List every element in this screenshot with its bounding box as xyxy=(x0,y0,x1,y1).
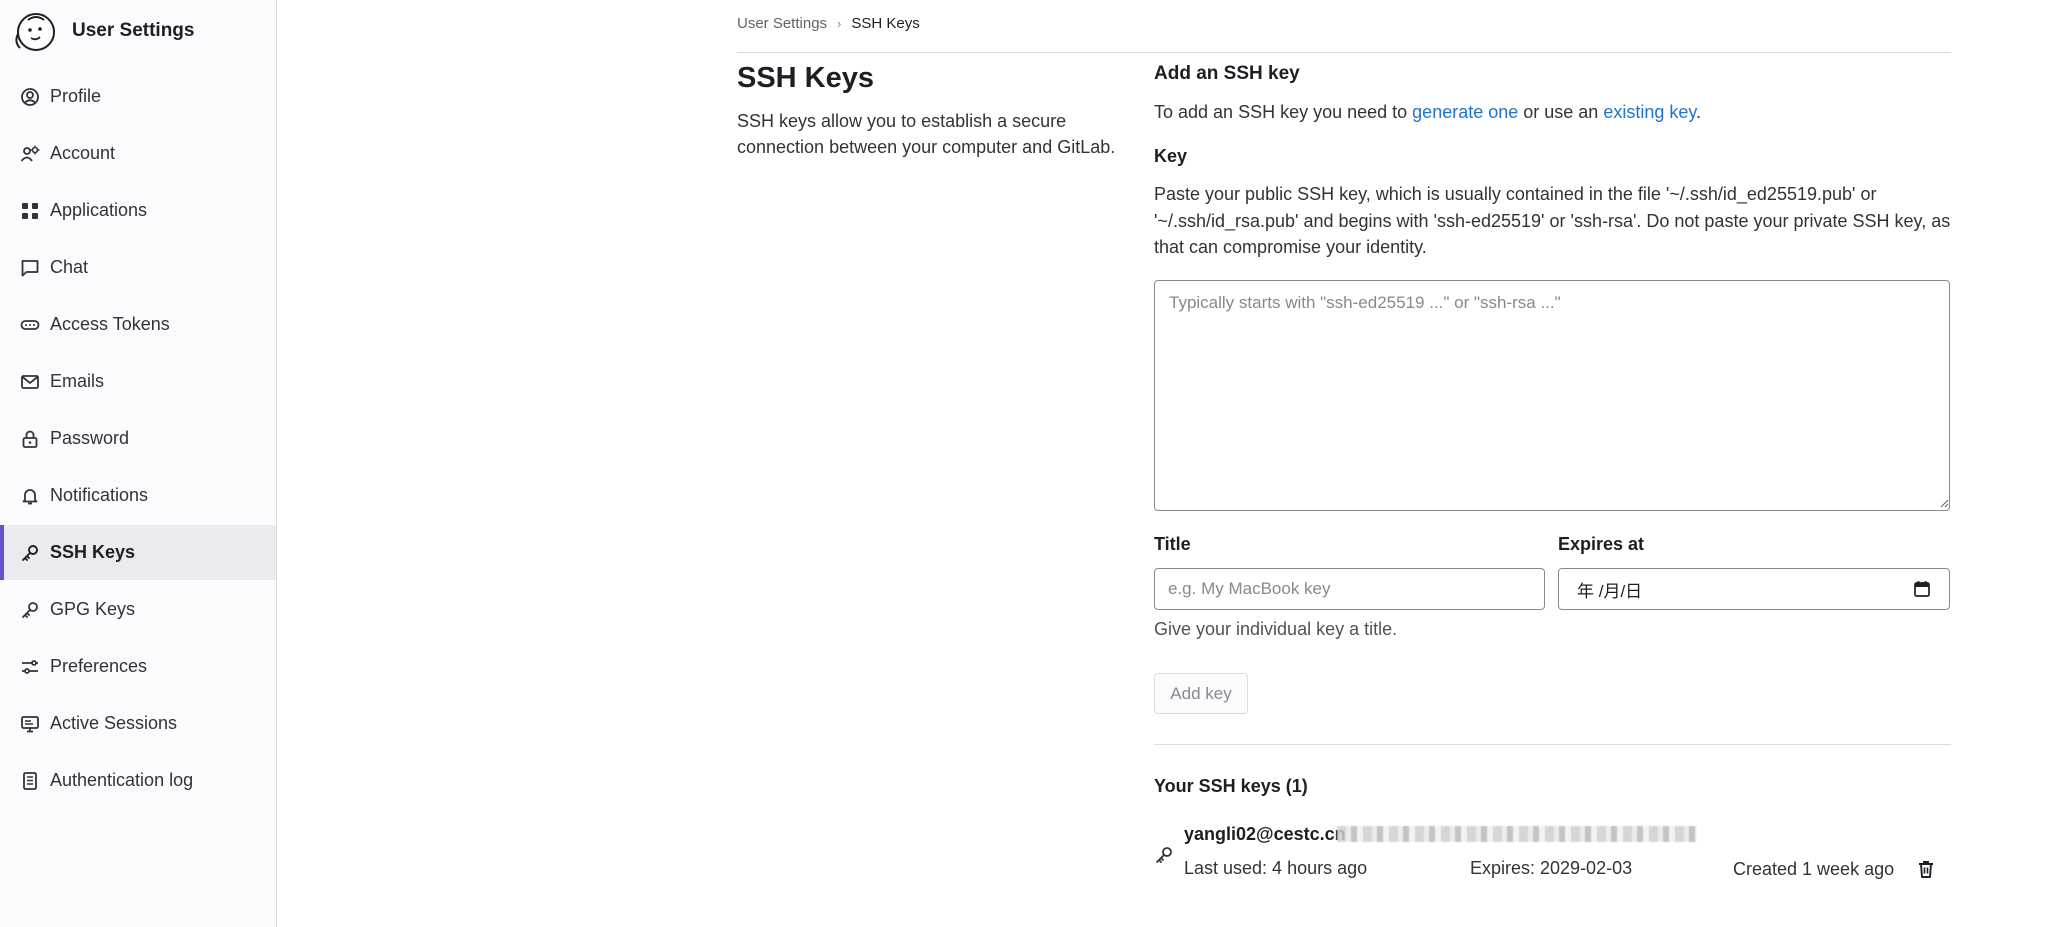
key-icon xyxy=(20,600,40,620)
lock-icon xyxy=(20,429,40,449)
intro-text: To add an SSH key you need to xyxy=(1154,102,1413,122)
sidebar-item-profile[interactable]: Profile xyxy=(0,69,276,124)
trash-icon xyxy=(1919,861,1933,878)
date-value: 年 /月/日 xyxy=(1577,581,1643,601)
intro-text: or use an xyxy=(1518,102,1604,122)
sidebar-title: User Settings xyxy=(72,20,195,41)
tanuki-avatar-icon[interactable] xyxy=(12,10,60,52)
resize-grip-icon[interactable] xyxy=(1939,498,1949,508)
breadcrumb: User Settings › SSH Keys xyxy=(737,12,920,34)
preferences-icon xyxy=(20,657,40,677)
add-key-button[interactable]: Add key xyxy=(1154,673,1248,714)
title-help-text: Give your individual key a title. xyxy=(1154,619,1398,639)
sidebar-item-label: Password xyxy=(50,428,130,448)
generate-one-link[interactable]: generate one xyxy=(1412,102,1518,122)
sidebar-item-authentication-log[interactable]: Authentication log xyxy=(0,753,276,808)
sidebar-item-label: SSH Keys xyxy=(50,542,136,562)
sidebar: User Settings Profile Account Applicatio… xyxy=(0,0,277,927)
sidebar-item-ssh-keys[interactable]: SSH Keys xyxy=(0,525,276,580)
add-key-intro: To add an SSH key you need to generate o… xyxy=(1154,99,1701,125)
sidebar-item-label: Preferences xyxy=(50,656,148,676)
ssh-key-created: Created 1 week ago xyxy=(1733,859,1895,879)
sidebar-item-applications[interactable]: Applications xyxy=(0,183,276,238)
your-ssh-keys-heading: Your SSH keys (1) xyxy=(1154,776,1308,796)
sidebar-item-label: Applications xyxy=(50,200,148,220)
title-label: Title xyxy=(1154,534,1191,554)
intro-text: . xyxy=(1696,102,1702,122)
sidebar-item-chat[interactable]: Chat xyxy=(0,240,276,295)
sidebar-item-notifications[interactable]: Notifications xyxy=(0,468,276,523)
token-icon xyxy=(20,315,40,335)
sidebar-header[interactable]: User Settings xyxy=(12,10,194,52)
sidebar-item-label: GPG Keys xyxy=(50,599,136,619)
delete-key-button[interactable] xyxy=(1911,854,1941,884)
chevron-right-icon: › xyxy=(837,15,842,31)
key-label: Key xyxy=(1154,146,1188,166)
bell-icon xyxy=(20,486,40,506)
key-icon xyxy=(1156,847,1172,863)
sidebar-item-label: Emails xyxy=(50,371,105,391)
add-ssh-key-heading: Add an SSH key xyxy=(1154,63,1300,84)
mail-icon xyxy=(20,372,40,392)
page-description: SSH keys allow you to establish a secure… xyxy=(737,111,1116,157)
sidebar-item-emails[interactable]: Emails xyxy=(0,354,276,409)
ssh-key-fingerprint-redacted xyxy=(1337,826,1697,842)
sidebar-item-label: Profile xyxy=(50,86,102,106)
sidebar-item-label: Active Sessions xyxy=(50,713,178,733)
page-title: SSH Keys xyxy=(737,62,875,94)
sidebar-item-active-sessions[interactable]: Active Sessions xyxy=(0,696,276,751)
expires-at-label: Expires at xyxy=(1558,534,1645,554)
title-input[interactable] xyxy=(1154,568,1545,610)
expires-at-date-input[interactable]: 年 /月/日 xyxy=(1558,568,1950,610)
applications-icon xyxy=(20,201,40,221)
key-help-text: Paste your public SSH key, which is usua… xyxy=(1154,184,1951,257)
breadcrumb-current[interactable]: SSH Keys xyxy=(851,15,919,32)
divider xyxy=(737,52,1951,53)
ssh-key-title[interactable]: yangli02@cestc.cn xyxy=(1184,824,1346,845)
sidebar-item-label: Access Tokens xyxy=(50,314,170,334)
ssh-key-expires: Expires: 2029-02-03 xyxy=(1470,858,1633,878)
chat-icon xyxy=(20,258,40,278)
sidebar-item-label: Authentication log xyxy=(50,770,194,790)
ssh-key-row[interactable]: yangli02@cestc.cn Last used: 4 hours ago… xyxy=(1154,820,1951,880)
divider xyxy=(1154,744,1951,745)
sidebar-item-label: Notifications xyxy=(50,485,149,505)
sidebar-item-label: Chat xyxy=(50,257,89,277)
sidebar-item-gpg-keys[interactable]: GPG Keys xyxy=(0,582,276,637)
sidebar-item-account[interactable]: Account xyxy=(0,126,276,181)
log-icon xyxy=(20,771,40,791)
monitor-icon xyxy=(20,714,40,734)
ssh-key-last-used: Last used: 4 hours ago xyxy=(1184,858,1368,878)
key-icon xyxy=(20,543,40,563)
sidebar-item-password[interactable]: Password xyxy=(0,411,276,466)
calendar-icon[interactable] xyxy=(1913,580,1931,598)
sidebar-item-label: Account xyxy=(50,143,116,163)
account-icon xyxy=(20,144,40,164)
sidebar-item-access-tokens[interactable]: Access Tokens xyxy=(0,297,276,352)
breadcrumb-link-user-settings[interactable]: User Settings xyxy=(737,15,827,32)
key-textarea[interactable] xyxy=(1154,280,1950,511)
profile-icon xyxy=(20,87,40,107)
existing-key-link[interactable]: existing key xyxy=(1603,102,1696,122)
sidebar-item-preferences[interactable]: Preferences xyxy=(0,639,276,694)
